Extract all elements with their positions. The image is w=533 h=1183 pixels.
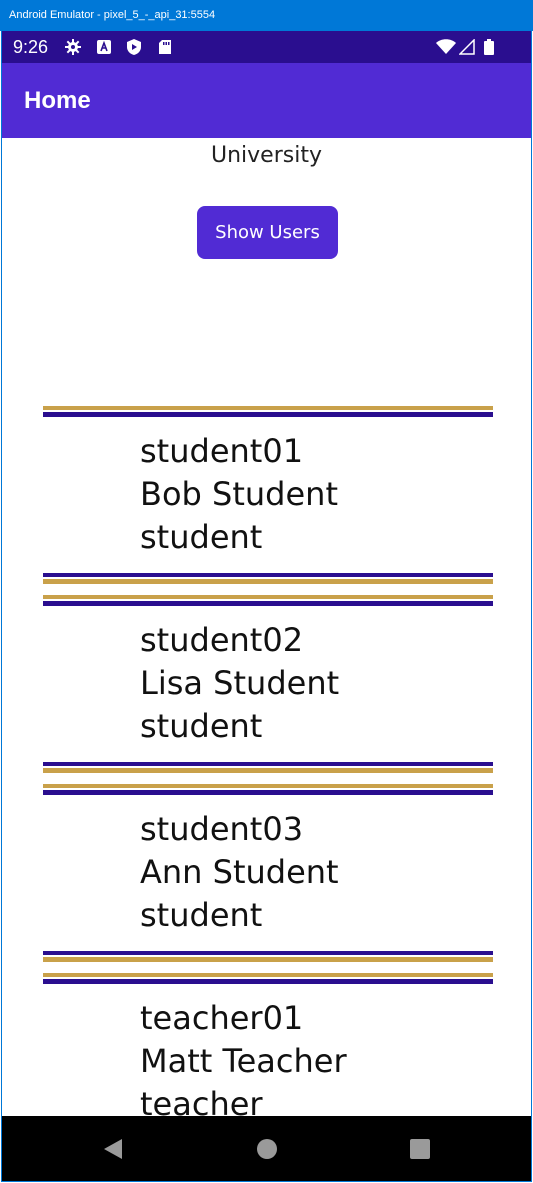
divider-top bbox=[43, 595, 493, 606]
divider-top bbox=[43, 973, 493, 984]
full-name: Lisa Student bbox=[140, 664, 340, 702]
sd-card-icon bbox=[159, 40, 171, 54]
username: student02 bbox=[140, 621, 304, 659]
app-bar: Home bbox=[2, 63, 531, 138]
main-content[interactable]: University Show Users student01 Bob Stud… bbox=[2, 138, 531, 1116]
divider-bottom bbox=[43, 762, 493, 773]
signal-icon bbox=[459, 39, 475, 55]
role: student bbox=[140, 707, 263, 745]
status-time: 9:26 bbox=[13, 37, 49, 57]
username: student03 bbox=[140, 810, 304, 848]
back-icon[interactable] bbox=[83, 1116, 143, 1182]
role: student bbox=[140, 896, 263, 934]
divider-bottom bbox=[43, 573, 493, 584]
home-icon[interactable] bbox=[237, 1116, 297, 1182]
full-name: Matt Teacher bbox=[140, 1042, 347, 1080]
play-shield-icon bbox=[127, 39, 141, 55]
show-users-button[interactable]: Show Users bbox=[197, 206, 338, 259]
full-name: Ann Student bbox=[140, 853, 339, 891]
username: teacher01 bbox=[140, 999, 304, 1037]
full-name: Bob Student bbox=[140, 475, 338, 513]
university-label: University bbox=[211, 143, 322, 168]
username: student01 bbox=[140, 432, 304, 470]
role: teacher bbox=[140, 1085, 263, 1116]
nav-bar bbox=[2, 1116, 531, 1182]
status-bar: 9:26 bbox=[2, 31, 531, 63]
emulator-window: Android Emulator - pixel_5_-_api_31:5554… bbox=[0, 0, 533, 1183]
divider-bottom bbox=[43, 951, 493, 962]
a-icon bbox=[97, 40, 111, 54]
gear-icon bbox=[65, 39, 81, 55]
battery-icon bbox=[484, 39, 494, 55]
window-title: Android Emulator - pixel_5_-_api_31:5554 bbox=[0, 0, 533, 31]
page-title: Home bbox=[24, 87, 91, 114]
divider-top bbox=[43, 784, 493, 795]
divider-top bbox=[43, 406, 493, 417]
wifi-icon bbox=[436, 39, 456, 54]
recents-icon[interactable] bbox=[390, 1116, 450, 1182]
device-screen: 9:26 Home University Show Users student0… bbox=[1, 31, 532, 1182]
role: student bbox=[140, 518, 263, 556]
